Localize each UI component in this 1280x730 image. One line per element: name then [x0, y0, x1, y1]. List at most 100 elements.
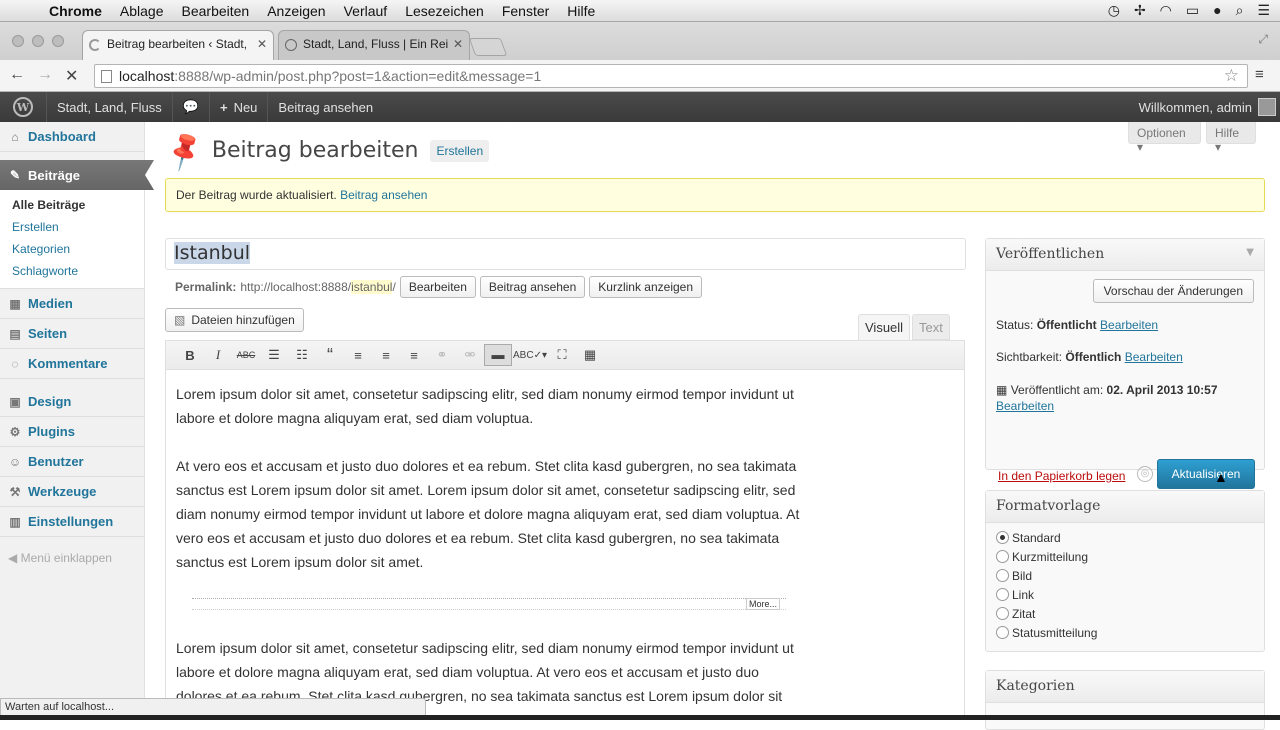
sidebar-label: Werkzeuge	[28, 484, 97, 499]
tab-text[interactable]: Text	[912, 314, 950, 340]
format-option-link[interactable]: Link	[996, 585, 1254, 604]
bold-icon[interactable]: B	[176, 348, 204, 363]
italic-icon[interactable]: I	[204, 347, 232, 363]
sidebar-item-settings[interactable]: ▥ Einstellungen	[0, 507, 144, 537]
collapse-menu[interactable]: ◀ Menü einklappen	[0, 537, 144, 565]
new-tab-button[interactable]	[468, 38, 508, 56]
format-option-status[interactable]: Statusmitteilung	[996, 623, 1254, 642]
more-tag-icon[interactable]: ▬	[484, 344, 512, 366]
close-tab-icon[interactable]: ✕	[257, 37, 267, 51]
wordpress-logo-icon[interactable]: W	[8, 92, 38, 122]
sidebar-item-design[interactable]: ▣ Design	[0, 387, 144, 417]
post-title-value: Istanbul	[174, 242, 251, 264]
sidebar-item-pages[interactable]: ▤ Seiten	[0, 319, 144, 349]
add-media-button[interactable]: ▧ Dateien hinzufügen	[165, 308, 304, 332]
post-content-editor[interactable]: Lorem ipsum dolor sit amet, consetetur s…	[165, 370, 965, 720]
categories-box-title[interactable]: Kategorien	[986, 671, 1264, 703]
update-button[interactable]: Aktualisieren	[1157, 459, 1255, 489]
screen-options-button[interactable]: Optionen ▾	[1128, 122, 1201, 154]
wifi-icon[interactable]: ◠	[1160, 2, 1172, 19]
submenu-tags[interactable]: Schlagworte	[12, 260, 144, 282]
help-button[interactable]: Hilfe ▾	[1206, 122, 1256, 154]
unlink-icon[interactable]: ⚮	[456, 347, 484, 363]
menu-lesezeichen[interactable]: Lesezeichen	[396, 3, 493, 19]
minimize-window-button[interactable]	[32, 35, 44, 47]
forward-icon[interactable]: →	[37, 66, 53, 84]
sidebar-item-tools[interactable]: ⚒ Werkzeuge	[0, 477, 144, 507]
submenu-categories[interactable]: Kategorien	[12, 238, 144, 260]
toggle-arrow-icon[interactable]: ▼	[1246, 247, 1254, 258]
collapse-label: Menü einklappen	[20, 551, 112, 565]
sidebar-item-media[interactable]: ▦ Medien	[0, 289, 144, 319]
spotlight-icon[interactable]: ⌕	[1236, 2, 1244, 19]
edit-permalink-button[interactable]: Bearbeiten	[399, 276, 476, 298]
align-center-icon[interactable]: ≡	[372, 348, 400, 363]
view-post-button[interactable]: Beitrag ansehen	[479, 276, 586, 298]
move-to-trash-link[interactable]: In den Papierkorb legen	[998, 469, 1125, 483]
zoom-window-button[interactable]	[52, 35, 64, 47]
notification-icon[interactable]: ☰	[1257, 2, 1270, 19]
comments-icon[interactable]: 💬	[171, 92, 209, 122]
kitchen-sink-icon[interactable]: ▦	[576, 347, 604, 363]
submenu-new-post[interactable]: Erstellen	[12, 216, 144, 238]
menu-fenster[interactable]: Fenster	[493, 3, 558, 19]
adminbar-site[interactable]: Stadt, Land, Fluss	[46, 92, 172, 122]
menu-ablage[interactable]: Ablage	[111, 3, 173, 19]
tab-edit-post[interactable]: Beitrag bearbeiten ‹ Stadt, ✕	[82, 30, 274, 60]
adminbar-view-post[interactable]: Beitrag ansehen	[267, 92, 383, 122]
format-box: Formatvorlage Standard Kurzmitteilung Bi…	[985, 490, 1265, 652]
sidebar-item-dashboard[interactable]: ⌂ Dashboard	[0, 122, 144, 152]
menu-anzeigen[interactable]: Anzeigen	[258, 3, 334, 19]
sidebar-item-comments[interactable]: ◌ Kommentare	[0, 349, 144, 379]
close-window-button[interactable]	[12, 35, 24, 47]
publish-box-title[interactable]: Veröffentlichen ▼	[986, 239, 1264, 271]
submenu-all-posts[interactable]: Alle Beiträge	[12, 194, 144, 216]
menu-icon[interactable]: ≡	[1255, 66, 1264, 83]
add-new-button[interactable]: Erstellen	[430, 139, 490, 162]
post-title-input[interactable]: Istanbul	[165, 238, 966, 270]
adminbar-new[interactable]: + Neu	[208, 92, 267, 122]
menu-bearbeiten[interactable]: Bearbeiten	[173, 3, 259, 19]
align-left-icon[interactable]: ≡	[344, 348, 372, 363]
format-option-image[interactable]: Bild	[996, 566, 1254, 585]
edit-visibility-link[interactable]: Bearbeiten	[1125, 350, 1183, 364]
sidebar-item-plugins[interactable]: ⚙ Plugins	[0, 417, 144, 447]
bluetooth-icon[interactable]: ✢	[1134, 2, 1146, 19]
time-machine-icon[interactable]: ◷	[1108, 2, 1120, 19]
permalink-slug[interactable]: istanbul	[351, 280, 393, 294]
format-option-aside[interactable]: Kurzmitteilung	[996, 547, 1254, 566]
preview-changes-button[interactable]: Vorschau der Änderungen	[1092, 279, 1254, 303]
shortlink-button[interactable]: Kurzlink anzeigen	[589, 276, 703, 298]
spellcheck-icon[interactable]: ABC✓▾	[512, 350, 548, 361]
numbered-list-icon[interactable]: ☷	[288, 347, 316, 363]
more-tag[interactable]: More...	[192, 598, 786, 610]
close-tab-icon[interactable]: ✕	[453, 37, 463, 51]
battery-icon[interactable]: ▭	[1186, 2, 1199, 19]
stop-icon[interactable]: ✕	[65, 66, 78, 86]
address-bar[interactable]: localhost:8888/wp-admin/post.php?post=1&…	[94, 64, 1248, 88]
bullet-list-icon[interactable]: ☰	[260, 347, 288, 363]
fullscreen-icon[interactable]: ⤢	[1258, 32, 1268, 47]
sidebar-item-users[interactable]: ☺ Benutzer	[0, 447, 144, 477]
format-box-title[interactable]: Formatvorlage	[986, 491, 1264, 523]
blockquote-icon[interactable]: “	[316, 345, 344, 366]
strikethrough-icon[interactable]: ABC	[232, 350, 260, 360]
menu-app[interactable]: Chrome	[40, 3, 111, 19]
user-icon[interactable]: ●	[1213, 2, 1221, 19]
tab-site[interactable]: Stadt, Land, Fluss | Ein Rei ✕	[278, 30, 470, 60]
menu-hilfe[interactable]: Hilfe	[558, 3, 604, 19]
adminbar-account[interactable]: Willkommen, admin	[1129, 92, 1280, 122]
align-right-icon[interactable]: ≡	[400, 348, 428, 363]
notice-view-link[interactable]: Beitrag ansehen	[340, 188, 427, 202]
menu-verlauf[interactable]: Verlauf	[335, 3, 397, 19]
tab-visual[interactable]: Visuell	[858, 314, 911, 340]
link-icon[interactable]: ⚭	[428, 347, 456, 363]
sidebar-item-posts[interactable]: ✎ Beiträge	[0, 160, 154, 190]
format-option-standard[interactable]: Standard	[996, 528, 1254, 547]
edit-status-link[interactable]: Bearbeiten	[1100, 318, 1158, 332]
fullscreen-icon[interactable]: ⛶	[548, 347, 576, 363]
back-icon[interactable]: ←	[9, 66, 25, 84]
format-option-quote[interactable]: Zitat	[996, 604, 1254, 623]
edit-date-link[interactable]: Bearbeiten	[996, 399, 1054, 413]
bookmark-star-icon[interactable]: ☆	[1224, 66, 1239, 86]
